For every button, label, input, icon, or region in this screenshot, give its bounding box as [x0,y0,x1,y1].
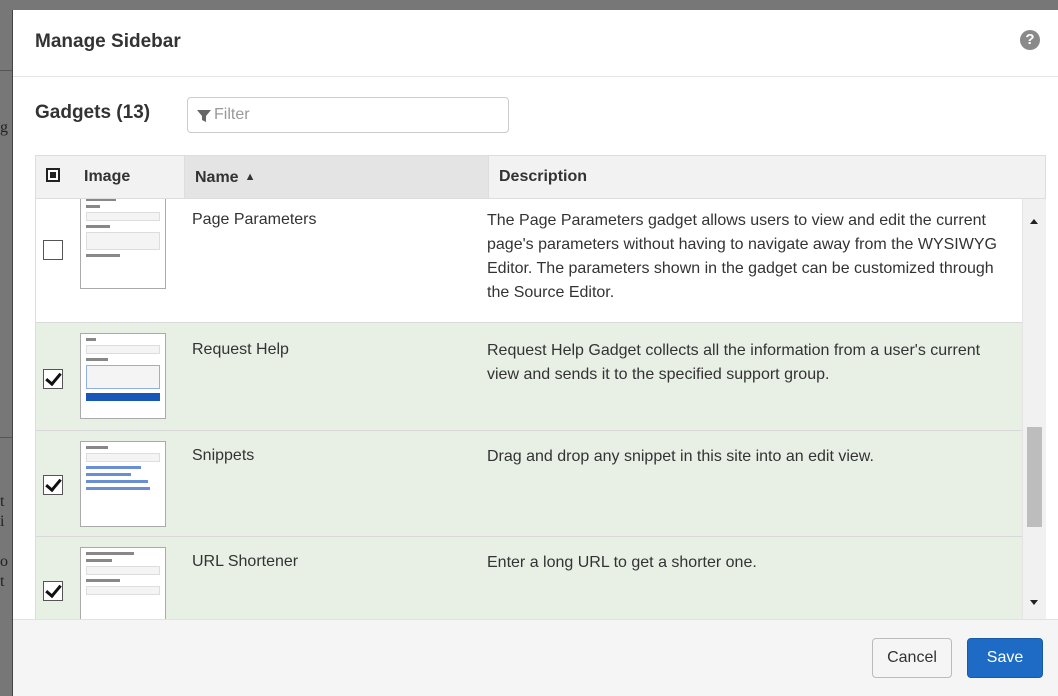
thumb-line [86,338,96,341]
thumb-link [86,466,141,469]
funnel-icon [197,110,211,122]
backdrop-text: i [0,513,5,530]
table-scrollbar[interactable] [1022,199,1046,619]
sort-ascending-icon: ▲ [244,171,256,183]
gadget-name: URL Shortener [192,553,299,570]
backdrop-text: t [0,573,5,590]
thumb-line [86,579,120,582]
dialog-footer: Cancel Save [13,619,1058,696]
thumb-field [86,365,160,389]
gadget-thumbnail [80,547,166,619]
gadget-thumbnail [80,441,166,527]
gadget-description: The Page Parameters gadget allows users … [487,212,997,301]
question-circle-icon[interactable]: ? [1020,30,1040,50]
gadget-name: Snippets [192,447,255,464]
backdrop-line [0,437,12,438]
thumb-field [86,453,160,462]
select-all-checkbox[interactable] [46,168,60,182]
table-row[interactable]: Snippets Drag and drop any snippet in th… [36,431,1023,537]
thumb-link [86,473,131,476]
thumb-line [86,254,120,257]
column-header-description: Description [499,168,588,185]
scroll-down-arrow-icon[interactable] [1030,600,1038,605]
save-button[interactable]: Save [967,638,1043,678]
thumb-field [86,345,160,354]
backdrop-text: o [0,553,8,570]
filter-input[interactable] [214,98,494,132]
gadget-description: Request Help Gadget collects all the inf… [487,342,981,383]
manage-sidebar-dialog: Manage Sidebar ? Gadgets (13) Image Name… [12,10,1058,696]
row-checkbox[interactable] [43,369,63,389]
thumb-field [86,586,160,595]
gadget-thumbnail [80,199,166,289]
gadgets-table: Image Name ▲ Description Page Parameters [35,155,1046,619]
table-row[interactable]: Request Help Request Help Gadget collect… [36,323,1023,431]
thumb-link [86,487,150,490]
table-header: Image Name ▲ Description [35,155,1046,199]
thumb-line [86,225,110,228]
filter-field[interactable] [187,97,509,133]
gadgets-toolbar: Gadgets (13) [35,97,1058,137]
thumb-line [86,446,108,449]
thumb-line [86,205,100,208]
gadget-name: Request Help [192,341,289,358]
row-checkbox[interactable] [43,240,63,260]
backdrop-line [0,70,12,71]
thumb-field [86,232,160,250]
cancel-button[interactable]: Cancel [872,638,952,678]
table-body: Page Parameters The Page Parameters gadg… [35,199,1046,619]
backdrop-text: t [0,493,5,510]
gadgets-count-title: Gadgets (13) [35,102,151,123]
thumb-field [86,566,160,575]
row-checkbox[interactable] [43,475,63,495]
column-header-name-label: Name [195,169,239,186]
scroll-up-arrow-icon[interactable] [1030,219,1038,224]
gadget-description: Enter a long URL to get a shorter one. [487,554,757,571]
thumb-line [86,559,112,562]
thumb-field [86,212,160,221]
dialog-header: Manage Sidebar ? [13,10,1058,77]
gadget-thumbnail [80,333,166,419]
row-checkbox[interactable] [43,581,63,601]
thumb-line [86,552,134,555]
gadget-name: Page Parameters [192,211,317,228]
dialog-title: Manage Sidebar [35,31,181,52]
select-all-cell [36,156,72,198]
thumb-line [86,358,108,361]
table-row[interactable]: URL Shortener Enter a long URL to get a … [36,537,1023,619]
column-header-name[interactable]: Name ▲ [184,156,489,198]
table-row[interactable]: Page Parameters The Page Parameters gadg… [36,199,1023,323]
gadget-description: Drag and drop any snippet in this site i… [487,448,874,465]
backdrop-text: g [0,119,8,136]
column-header-image: Image [84,168,131,185]
thumb-link [86,480,148,483]
thumb-button [86,393,160,401]
scrollbar-thumb[interactable] [1027,427,1042,527]
thumb-line [86,199,116,201]
